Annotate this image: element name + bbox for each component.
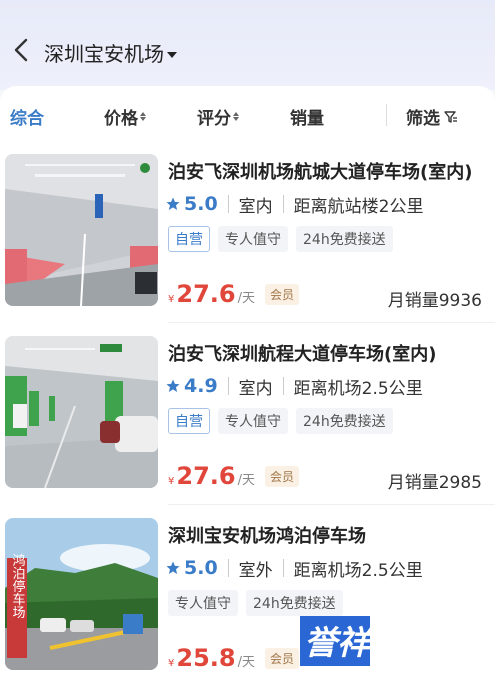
sort-tab-default-label: 综合 bbox=[10, 109, 44, 129]
sort-tab-rating[interactable]: 评分 bbox=[197, 104, 239, 129]
parking-photo[interactable] bbox=[5, 336, 158, 488]
tag: 专人值守 bbox=[168, 590, 238, 616]
watermark-logo: 誉祥祥知识 bbox=[300, 616, 473, 666]
rating-score: 4.9 bbox=[184, 375, 218, 397]
separator bbox=[282, 195, 284, 213]
filter-icon bbox=[444, 110, 457, 123]
parking-card[interactable]: 泊安飞深圳航程大道停车场(室内) 4.9 室内 距离机场2.5公里 自营 专人值… bbox=[0, 336, 495, 516]
tag-list: 自营 专人值守 24h免费接送 bbox=[168, 226, 393, 252]
tag: 专人值守 bbox=[218, 408, 288, 434]
currency-symbol: ¥ bbox=[168, 294, 175, 305]
header: 深圳宝安机场 bbox=[0, 0, 495, 90]
tag-self-operated: 自营 bbox=[168, 408, 210, 434]
parking-type: 室内 bbox=[238, 196, 273, 217]
member-badge: 会员 bbox=[264, 466, 299, 487]
separator bbox=[282, 559, 284, 577]
sign-text: 鸿泊停车场 bbox=[10, 553, 26, 619]
price-row: ¥ 27.6 /天 会员 bbox=[168, 462, 299, 490]
star-icon bbox=[166, 197, 180, 210]
filter-button[interactable]: 筛选 bbox=[406, 104, 458, 129]
price: 27.6 bbox=[176, 462, 236, 490]
sort-tab-sales[interactable]: 销量 bbox=[290, 104, 324, 129]
sort-divider bbox=[386, 104, 387, 126]
member-badge: 会员 bbox=[264, 648, 299, 669]
member-badge: 会员 bbox=[264, 284, 299, 305]
separator bbox=[282, 377, 284, 395]
parking-title[interactable]: 深圳宝安机场鸿泊停车场 bbox=[168, 522, 366, 548]
tag: 专人值守 bbox=[218, 226, 288, 252]
location-selector[interactable]: 深圳宝安机场 bbox=[44, 38, 177, 67]
sort-tab-default[interactable]: 综合 bbox=[10, 104, 44, 129]
app-page: 深圳宝安机场 综合 价格 评分 销量 筛选 泊安飞深圳机场航城大道停车场(室内)… bbox=[0, 0, 495, 681]
sort-tab-price-label: 价格 bbox=[104, 109, 138, 129]
separator bbox=[227, 377, 229, 395]
rating-row: 4.9 室内 距离机场2.5公里 bbox=[166, 374, 423, 399]
content-panel: 综合 价格 评分 销量 筛选 泊安飞深圳机场航城大道停车场(室内) 5.0 室内… bbox=[0, 86, 495, 681]
parking-photo[interactable] bbox=[5, 154, 158, 306]
parking-title[interactable]: 泊安飞深圳机场航城大道停车场(室内) bbox=[168, 158, 472, 184]
caret-down-icon bbox=[167, 51, 177, 58]
sort-tab-rating-label: 评分 bbox=[197, 109, 231, 129]
rating-score: 5.0 bbox=[184, 557, 218, 579]
parking-title[interactable]: 泊安飞深圳航程大道停车场(室内) bbox=[168, 340, 436, 366]
distance: 距离航站楼2公里 bbox=[293, 196, 424, 217]
location-label: 深圳宝安机场 bbox=[44, 42, 164, 66]
sort-tab-sales-label: 销量 bbox=[290, 109, 324, 129]
price: 25.8 bbox=[176, 644, 236, 672]
back-arrow-icon[interactable] bbox=[10, 36, 34, 64]
price: 27.6 bbox=[176, 280, 236, 308]
price-unit: /天 bbox=[237, 473, 255, 488]
monthly-sales: 月销量2985 bbox=[387, 473, 482, 493]
rating-score: 5.0 bbox=[184, 193, 218, 215]
filter-label: 筛选 bbox=[406, 109, 440, 129]
sort-bar: 综合 价格 评分 销量 筛选 bbox=[0, 86, 495, 144]
separator bbox=[227, 559, 229, 577]
parking-type: 室外 bbox=[238, 560, 273, 581]
tag: 24h免费接送 bbox=[296, 226, 393, 252]
sort-arrows-icon bbox=[140, 112, 146, 121]
tag-self-operated: 自营 bbox=[168, 226, 210, 252]
card-divider bbox=[168, 322, 495, 323]
parking-type: 室内 bbox=[238, 378, 273, 399]
watermark-text: 誉祥祥知识 bbox=[304, 623, 473, 662]
tag-list: 自营 专人值守 24h免费接送 bbox=[168, 408, 393, 434]
sort-tab-price[interactable]: 价格 bbox=[104, 104, 146, 129]
parking-card[interactable]: 泊安飞深圳机场航城大道停车场(室内) 5.0 室内 距离航站楼2公里 自营 专人… bbox=[0, 154, 495, 334]
distance: 距离机场2.5公里 bbox=[293, 378, 423, 399]
star-icon bbox=[166, 379, 180, 392]
tag: 24h免费接送 bbox=[296, 408, 393, 434]
parking-photo[interactable]: 鸿泊停车场 bbox=[5, 518, 158, 670]
price-unit: /天 bbox=[237, 655, 255, 670]
price-row: ¥ 25.8 /天 会员 bbox=[168, 644, 299, 672]
sort-arrows-icon bbox=[233, 112, 239, 121]
distance: 距离机场2.5公里 bbox=[293, 560, 423, 581]
star-icon bbox=[166, 561, 180, 574]
price-row: ¥ 27.6 /天 会员 bbox=[168, 280, 299, 308]
card-divider bbox=[168, 504, 495, 505]
separator bbox=[227, 195, 229, 213]
rating-row: 5.0 室内 距离航站楼2公里 bbox=[166, 192, 424, 217]
currency-symbol: ¥ bbox=[168, 476, 175, 487]
rating-row: 5.0 室外 距离机场2.5公里 bbox=[166, 556, 423, 581]
monthly-sales: 月销量9936 bbox=[387, 291, 482, 311]
currency-symbol: ¥ bbox=[168, 658, 175, 669]
price-unit: /天 bbox=[237, 291, 255, 306]
